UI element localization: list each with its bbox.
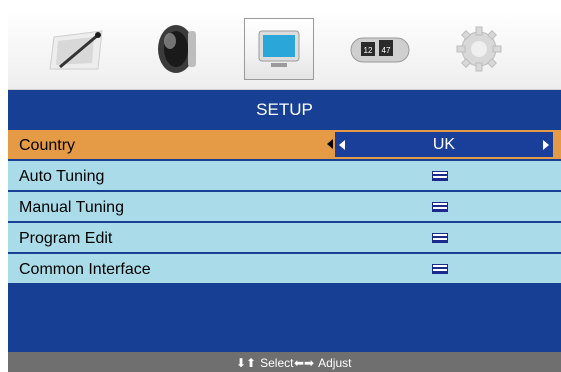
country-prev-arrow-icon[interactable] [327,139,333,149]
menu-item-label: Program Edit [19,230,113,247]
timer-icon[interactable]: 12 47 [345,18,415,80]
enter-submenu-icon [432,202,448,212]
picture-icon[interactable] [43,18,113,80]
value-right-arrow-icon [543,140,549,150]
gear-icon[interactable] [444,18,514,80]
menu-item-auto-tuning[interactable]: Auto Tuning [8,161,561,190]
value-left-arrow-icon [339,140,345,150]
up-down-arrows-icon: ⬇⬆ [236,356,257,370]
sound-icon[interactable] [145,18,215,80]
enter-submenu-icon [432,233,448,243]
menu-item-label: Auto Tuning [19,168,105,185]
timer-hour-text: 12 [364,46,373,55]
menu-item-program-edit[interactable]: Program Edit [8,223,561,252]
select-hint-label: Select [260,356,294,370]
enter-submenu-icon [432,171,448,181]
setup-menu-panel: SETUP Country UK Auto Tuning Manual Tuni… [8,90,561,352]
menu-list: Country UK Auto Tuning Manual Tuning Pro… [8,130,561,285]
select-hint: ⬇⬆ Select [236,356,293,370]
country-value: UK [432,136,456,153]
menu-icon-bar: 12 47 [8,0,561,90]
menu-item-label: Manual Tuning [19,199,124,216]
menu-item-common-interface[interactable]: Common Interface [8,254,561,283]
menu-item-country[interactable]: Country UK [8,130,561,159]
menu-item-label: Common Interface [19,261,151,278]
gear-icon-graphic [456,26,502,72]
enter-submenu-icon [432,264,448,274]
menu-item-label: Country [19,137,76,154]
country-value-box[interactable]: UK [335,132,553,157]
menu-item-manual-tuning[interactable]: Manual Tuning [8,192,561,221]
adjust-hint: ⬅➡ Adjust [294,356,351,370]
setup-tv-icon-graphic [258,30,300,67]
picture-icon-graphic [49,30,103,70]
sound-icon-graphic [158,25,196,73]
adjust-hint-label: Adjust [318,356,352,370]
help-footer: ⬇⬆ Select ⬅➡ Adjust [8,352,561,372]
setup-tv-icon[interactable] [244,18,314,80]
timer-minute-text: 47 [382,46,391,55]
timer-icon-graphic: 12 47 [350,37,410,63]
tv-osd-frame: 12 47 SETUP Country UK Auto Tuning Manua… [0,0,561,372]
menu-title: SETUP [256,100,313,119]
left-right-arrows-icon: ⬅➡ [294,356,315,370]
